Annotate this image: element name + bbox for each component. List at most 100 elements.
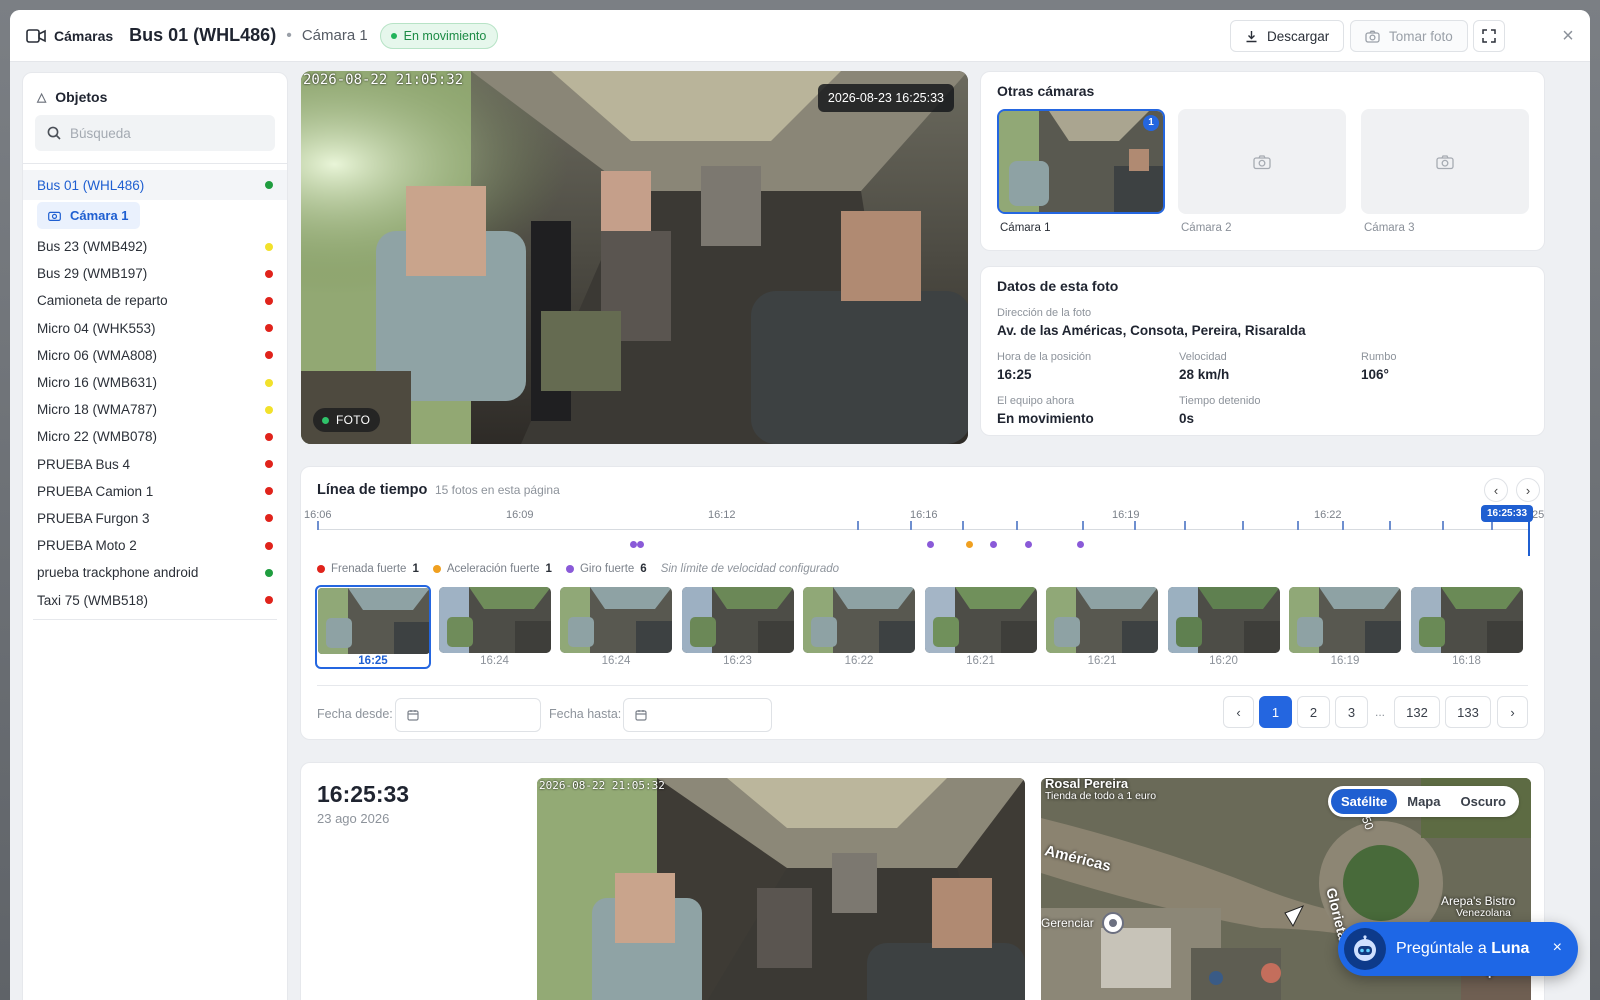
- timeline-thumbnail[interactable]: [438, 587, 551, 653]
- sub-camera-item[interactable]: Cámara 1: [37, 202, 140, 229]
- vehicle-list-item[interactable]: prueba trackphone android: [23, 559, 287, 586]
- thumbnail-time-label: 16:22: [844, 655, 874, 667]
- turn-event-marker[interactable]: [927, 541, 934, 548]
- timeline-thumbnail[interactable]: [924, 587, 1037, 653]
- photo-tick[interactable]: [317, 521, 319, 530]
- photo-tick[interactable]: [857, 521, 859, 530]
- photo-tick[interactable]: [1134, 521, 1136, 530]
- timeline-thumbnail[interactable]: [1410, 587, 1523, 653]
- photo-tick[interactable]: [1297, 521, 1299, 530]
- vehicle-list-item[interactable]: Camioneta de reparto: [23, 287, 287, 314]
- timeline-thumbnail[interactable]: [803, 587, 915, 653]
- date-from-label: Fecha desde:: [317, 707, 393, 721]
- pagination-next[interactable]: ›: [1497, 696, 1528, 728]
- vehicle-list-item[interactable]: PRUEBA Bus 4: [23, 451, 287, 478]
- vehicle-list-item[interactable]: PRUEBA Furgon 3: [23, 505, 287, 532]
- timeline-prev-button[interactable]: ‹: [1484, 478, 1508, 502]
- vehicle-list-item[interactable]: PRUEBA Moto 2: [23, 532, 287, 559]
- map-mode-satellite[interactable]: Satélite: [1331, 789, 1398, 814]
- turn-event-marker[interactable]: [990, 541, 997, 548]
- date-from-input[interactable]: [395, 698, 541, 732]
- page-3-button[interactable]: 3: [1335, 696, 1368, 728]
- camera-3-label: Cámara 3: [1364, 222, 1415, 234]
- camera-thumb-1[interactable]: 1: [997, 109, 1165, 214]
- vehicle-status-dot: [265, 378, 273, 387]
- timeline-thumbnail[interactable]: [1167, 587, 1280, 653]
- vehicle-list-item[interactable]: Taxi 75 (WMB518): [23, 586, 287, 613]
- vehicle-name: PRUEBA Bus 4: [37, 456, 131, 472]
- vehicle-list-item[interactable]: Micro 18 (WMA787): [23, 396, 287, 423]
- detail-photo[interactable]: 2026-08-22 21:05:32: [537, 778, 1025, 1000]
- vehicle-status-dot: [265, 541, 273, 550]
- collapse-triangle-icon[interactable]: △: [37, 90, 46, 104]
- photo-tick[interactable]: [1442, 521, 1444, 530]
- calendar-icon: [635, 710, 647, 721]
- search-box[interactable]: Búsqueda: [35, 115, 275, 151]
- download-button[interactable]: Descargar: [1230, 20, 1345, 52]
- accel-event-marker[interactable]: [966, 541, 973, 548]
- photo-tick[interactable]: [1016, 521, 1018, 530]
- fullscreen-button[interactable]: [1473, 20, 1505, 52]
- search-input[interactable]: Búsqueda: [70, 126, 131, 141]
- thumbnail-image: [1167, 587, 1280, 653]
- vehicle-list-item[interactable]: PRUEBA Camion 1: [23, 478, 287, 505]
- modal-header: Cámaras Bus 01 (WHL486) • Cámara 1 En mo…: [10, 10, 1590, 62]
- heading-field: Rumbo 106°: [1361, 351, 1396, 382]
- photo-tick[interactable]: [1184, 521, 1186, 530]
- camera-modal: Cámaras Bus 01 (WHL486) • Cámara 1 En mo…: [10, 10, 1590, 1000]
- turn-event-marker[interactable]: [1025, 541, 1032, 548]
- photo-tick[interactable]: [1491, 521, 1493, 530]
- page-1-button[interactable]: 1: [1259, 696, 1292, 728]
- date-to-label: Fecha hasta:: [549, 707, 622, 721]
- ask-luna-button[interactable]: Pregúntale a Luna ×: [1338, 922, 1578, 976]
- timeline-thumbnail[interactable]: [681, 587, 794, 653]
- vehicle-list-item[interactable]: Micro 22 (WMB078): [23, 423, 287, 450]
- timeline-thumbnails: 16:25 16:24 16:24 16:23 16:22 16:21 16:21 16:20…: [315, 585, 1537, 675]
- page-132-button[interactable]: 132: [1394, 696, 1440, 728]
- photo-tick[interactable]: [1082, 521, 1084, 530]
- turn-event-marker[interactable]: [637, 541, 644, 548]
- photo-tick[interactable]: [1389, 521, 1391, 530]
- vehicle-list-item[interactable]: Micro 06 (WMA808): [23, 342, 287, 369]
- photo-data-title: Datos de esta foto: [997, 278, 1119, 294]
- timeline-thumbnail[interactable]: [1289, 587, 1401, 653]
- photo-tick[interactable]: [1342, 521, 1344, 530]
- photo-tick[interactable]: [962, 521, 964, 530]
- legend-label: Frenada fuerte: [331, 563, 407, 575]
- date-to-input[interactable]: [623, 698, 772, 732]
- photo-type-label: FOTO: [336, 413, 371, 427]
- vehicle-list-item[interactable]: Micro 16 (WMB631): [23, 369, 287, 396]
- timeline-thumbnail[interactable]: [560, 587, 672, 653]
- turn-event-marker[interactable]: [630, 541, 637, 548]
- page-133-button[interactable]: 133: [1445, 696, 1491, 728]
- timeline-next-button[interactable]: ›: [1516, 478, 1540, 502]
- device-state-label: El equipo ahora: [997, 395, 1075, 407]
- speed-field: Velocidad 28 km/h: [1179, 351, 1229, 382]
- app-title: Cámaras: [54, 27, 114, 44]
- vehicle-list-item[interactable]: Bus 29 (WMB197): [23, 260, 287, 287]
- close-modal-button[interactable]: ×: [1556, 24, 1580, 48]
- pagination-prev[interactable]: ‹: [1223, 696, 1254, 728]
- ask-luna-prefix: Pregúntale a: [1396, 940, 1492, 957]
- camera-thumb-2[interactable]: [1178, 109, 1346, 214]
- page-2-button[interactable]: 2: [1297, 696, 1330, 728]
- take-photo-button[interactable]: Tomar foto: [1350, 20, 1468, 52]
- main-camera-photo[interactable]: 2026-08-22 21:05:32 2026-08-23 16:25:33 …: [301, 71, 968, 444]
- vehicle-list-item[interactable]: Bus 23 (WMB492): [23, 233, 287, 260]
- camera-thumb-3[interactable]: [1361, 109, 1529, 214]
- close-assistant-icon[interactable]: ×: [1553, 939, 1562, 957]
- turn-dot: [565, 565, 574, 573]
- map-mode-map[interactable]: Mapa: [1397, 789, 1450, 814]
- legend-count: 1: [545, 563, 552, 575]
- photo-tick[interactable]: [910, 521, 912, 530]
- vehicle-status-dot: [265, 242, 273, 251]
- photo-tick[interactable]: [1242, 521, 1244, 530]
- vehicle-status-dot: [265, 351, 273, 360]
- timeline-thumbnail[interactable]: [1046, 587, 1158, 653]
- map-mode-dark[interactable]: Oscuro: [1450, 789, 1516, 814]
- turn-event-marker[interactable]: [1077, 541, 1084, 548]
- bus-interior-photo: [301, 71, 968, 444]
- stopped-time-value: 0s: [1179, 411, 1195, 426]
- vehicle-list-item[interactable]: Bus 01 (WHL486): [23, 170, 287, 200]
- vehicle-list-item[interactable]: Micro 04 (WHK553): [23, 315, 287, 342]
